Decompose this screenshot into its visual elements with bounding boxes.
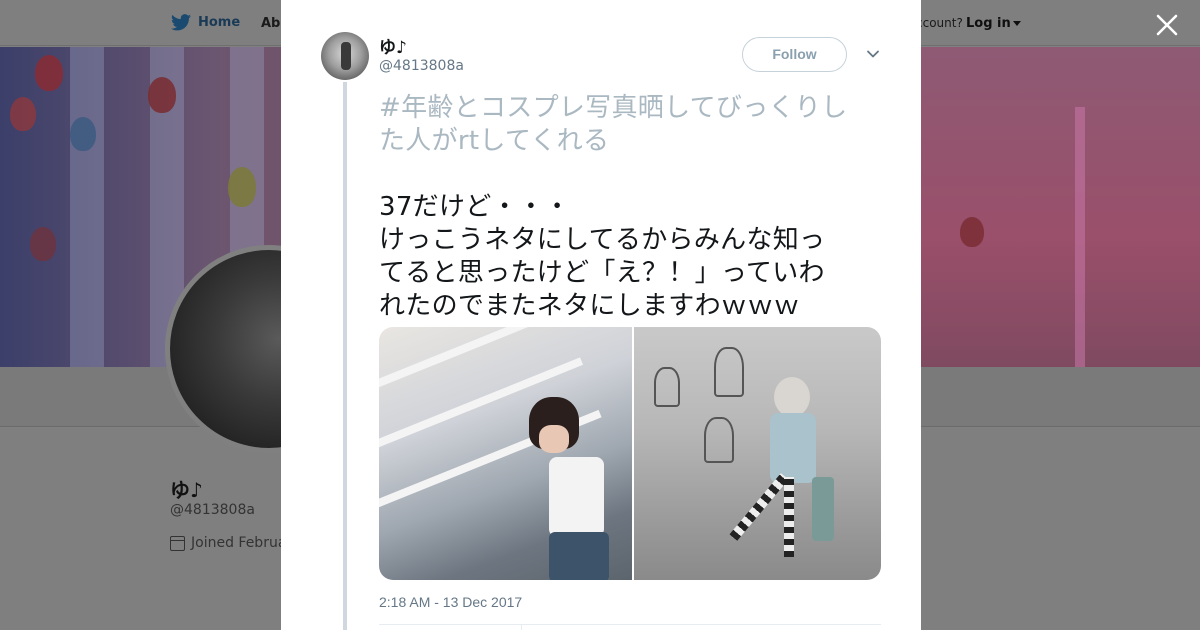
thread-line	[343, 82, 347, 630]
close-icon[interactable]	[1154, 12, 1180, 38]
stats-separator	[521, 624, 522, 630]
profile-joined: Joined Februa	[170, 535, 286, 551]
profile-handle: @4813808a	[170, 502, 255, 518]
twitter-bird-icon	[171, 14, 191, 31]
profile-name: ゆ♪	[170, 478, 203, 502]
tweet-photo-1[interactable]	[379, 327, 632, 580]
author-name[interactable]: ゆ♪	[379, 33, 407, 58]
tweet-line-2: けっこうネタにしてるからみんな知っ	[379, 225, 826, 255]
author-avatar[interactable]	[321, 32, 369, 80]
login-dropdown[interactable]: Log in	[966, 16, 1021, 31]
follow-button[interactable]: Follow	[742, 37, 847, 72]
author-handle[interactable]: @4813808a	[379, 58, 464, 74]
tweet-photo-2[interactable]	[634, 327, 881, 580]
hashtag-link[interactable]: #年齢とコスプレ写真晒してびっくりし た人がrtしてくれる	[379, 92, 879, 158]
nav-home-label: Home	[198, 15, 241, 30]
nav-home-link[interactable]: Home	[171, 14, 240, 31]
calendar-icon	[170, 535, 185, 551]
stats-divider	[379, 624, 881, 625]
tweet-media	[379, 327, 881, 580]
tweet-text: #年齢とコスプレ写真晒してびっくりし た人がrtしてくれる 37だけど・・・ け…	[379, 92, 879, 323]
tweet-modal: ゆ♪ @4813808a Follow #年齢とコスプレ写真晒してびっくりし た…	[281, 0, 921, 630]
account-prompt: ccount?	[916, 16, 963, 30]
tweet-line-4: れたのでまたネタにしますわｗｗｗ	[379, 291, 800, 321]
tweet-line-3: てると思ったけど「え？！」っていわ	[379, 258, 825, 288]
chevron-down-icon[interactable]	[865, 46, 881, 62]
tweet-timestamp[interactable]: 2:18 AM - 13 Dec 2017	[379, 594, 522, 610]
hashtag-line-2: た人がrtしてくれる	[379, 126, 610, 156]
tweet-line-1: 37だけど・・・	[379, 192, 571, 222]
hashtag-line-1: #年齢とコスプレ写真晒してびっくりし	[379, 93, 848, 123]
profile-joined-label: Joined Februa	[191, 535, 287, 551]
